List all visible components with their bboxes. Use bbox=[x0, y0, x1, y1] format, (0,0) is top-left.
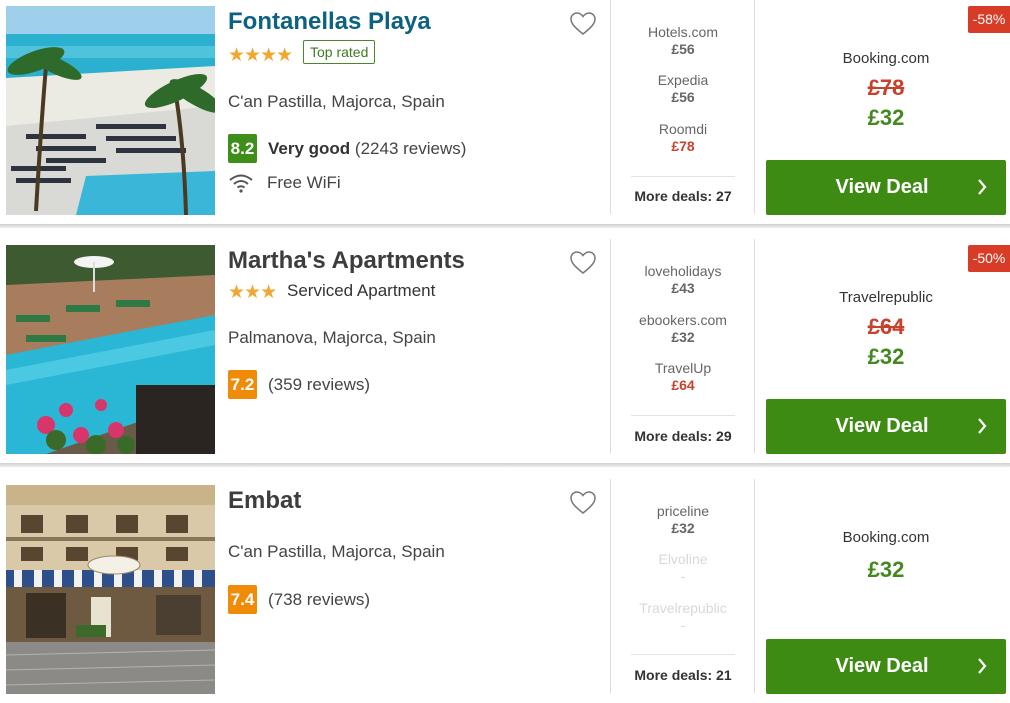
favorite-heart-icon[interactable] bbox=[570, 251, 596, 275]
deal-option-unavailable: Elvoline - bbox=[612, 551, 754, 587]
hotel-card-marthas: Martha's Apartments ★★★ Serviced Apartme… bbox=[0, 239, 1010, 463]
card-separator bbox=[0, 463, 1010, 479]
hotel-location: C'an Pastilla, Majorca, Spain bbox=[228, 542, 445, 561]
view-deal-button[interactable]: View Deal bbox=[766, 160, 1006, 215]
hotel-name[interactable]: Fontanellas Playa bbox=[228, 8, 431, 36]
divider bbox=[754, 239, 755, 453]
divider bbox=[754, 0, 755, 214]
review-rating[interactable]: 8.2 Very good (2243 reviews) bbox=[228, 134, 466, 163]
divider bbox=[631, 415, 735, 416]
divider bbox=[610, 239, 611, 453]
best-deal-provider: Booking.com bbox=[842, 529, 930, 546]
deal-price: - bbox=[680, 568, 686, 584]
hotel-location: Palmanova, Majorca, Spain bbox=[228, 328, 436, 347]
more-deals-link[interactable]: More deals: 21 bbox=[612, 667, 754, 683]
review-count: (738 reviews) bbox=[268, 589, 371, 609]
original-price: £64 bbox=[867, 314, 905, 339]
divider bbox=[610, 479, 611, 693]
top-rated-badge: Top rated bbox=[303, 40, 376, 64]
view-deal-label: View Deal bbox=[835, 415, 929, 437]
deal-option[interactable]: ebookers.com £32 bbox=[612, 312, 754, 348]
deal-price: £56 bbox=[671, 89, 695, 105]
review-rating[interactable]: 7.2 (359 reviews) bbox=[228, 370, 370, 399]
divider bbox=[610, 0, 611, 214]
deal-option[interactable]: priceline £32 bbox=[612, 503, 754, 539]
rating-label: Very good bbox=[268, 138, 351, 158]
deal-provider: TravelUp bbox=[654, 360, 712, 376]
divider bbox=[754, 479, 755, 693]
deal-price: £56 bbox=[671, 41, 695, 57]
deal-price: £43 bbox=[671, 280, 695, 296]
hotel-card-embat: Embat C'an Pastilla, Majorca, Spain 7.4 … bbox=[0, 479, 1010, 703]
chevron-right-icon bbox=[978, 658, 987, 674]
deal-provider: loveholidays bbox=[644, 263, 722, 279]
deal-provider: Hotels.com bbox=[647, 24, 719, 40]
hotel-card-fontanellas: Fontanellas Playa ★★★★ Top rated C'an Pa… bbox=[0, 0, 1010, 224]
best-deal-provider: Booking.com bbox=[842, 50, 930, 67]
review-rating[interactable]: 7.4 (738 reviews) bbox=[228, 585, 370, 614]
card-separator bbox=[0, 224, 1010, 240]
hotel-name[interactable]: Martha's Apartments bbox=[228, 247, 465, 275]
chevron-right-icon bbox=[978, 179, 987, 195]
amenity-wifi: Free WiFi bbox=[228, 173, 341, 193]
chevron-right-icon bbox=[978, 418, 987, 434]
rating-score-badge: 8.2 bbox=[228, 134, 257, 163]
deal-provider: Roomdi bbox=[658, 121, 708, 137]
more-deals-link[interactable]: More deals: 27 bbox=[612, 188, 754, 204]
deal-option[interactable]: TravelUp £64 bbox=[612, 360, 754, 396]
deal-price-main: £32 bbox=[867, 105, 905, 130]
deal-price-main: £32 bbox=[867, 344, 905, 369]
rating-score-badge: 7.4 bbox=[228, 585, 257, 614]
deal-price: £32 bbox=[671, 329, 695, 345]
favorite-heart-icon[interactable] bbox=[570, 491, 596, 515]
divider bbox=[631, 654, 735, 655]
deal-price-main: £32 bbox=[867, 557, 905, 582]
original-price: £78 bbox=[867, 75, 905, 100]
deal-option[interactable]: Expedia £56 bbox=[612, 72, 754, 108]
divider bbox=[631, 176, 735, 177]
deal-provider: Travelrepublic bbox=[639, 600, 727, 616]
favorite-heart-icon[interactable] bbox=[570, 12, 596, 36]
deal-price: - bbox=[680, 617, 686, 633]
deal-price: £78 bbox=[671, 138, 695, 154]
review-count: (359 reviews) bbox=[268, 374, 371, 394]
hotel-location: C'an Pastilla, Majorca, Spain bbox=[228, 92, 445, 111]
deal-price: £32 bbox=[671, 520, 695, 536]
star-rating-icon: ★★★ bbox=[228, 282, 277, 303]
more-deals-link[interactable]: More deals: 29 bbox=[612, 428, 754, 444]
deal-provider: priceline bbox=[656, 503, 710, 519]
hotel-photo[interactable] bbox=[6, 245, 215, 454]
deal-option[interactable]: Roomdi £78 bbox=[612, 121, 754, 157]
view-deal-button[interactable]: View Deal bbox=[766, 399, 1006, 454]
rating-score-badge: 7.2 bbox=[228, 370, 257, 399]
view-deal-button[interactable]: View Deal bbox=[766, 639, 1006, 694]
star-rating-icon: ★★★★ bbox=[228, 45, 293, 66]
best-deal-provider: Travelrepublic bbox=[839, 289, 933, 306]
deal-provider: Elvoline bbox=[658, 551, 708, 567]
view-deal-label: View Deal bbox=[835, 176, 929, 198]
deal-option[interactable]: loveholidays £43 bbox=[612, 263, 754, 299]
deal-price: £64 bbox=[671, 377, 695, 393]
wifi-icon bbox=[229, 174, 253, 193]
deal-option[interactable]: Hotels.com £56 bbox=[612, 24, 754, 60]
deal-provider: Expedia bbox=[657, 72, 709, 88]
hotel-photo[interactable] bbox=[6, 6, 215, 215]
amenity-label: Free WiFi bbox=[267, 173, 341, 192]
hotel-name[interactable]: Embat bbox=[228, 487, 301, 515]
deal-provider: ebookers.com bbox=[639, 312, 727, 328]
discount-badge: -50% bbox=[968, 245, 1010, 272]
view-deal-label: View Deal bbox=[835, 655, 929, 677]
discount-badge: -58% bbox=[968, 6, 1010, 33]
hotel-photo[interactable] bbox=[6, 485, 215, 694]
review-count: (2243 reviews) bbox=[354, 138, 467, 158]
stay-type-label: Serviced Apartment bbox=[287, 281, 436, 300]
deal-option-unavailable: Travelrepublic - bbox=[612, 600, 754, 636]
